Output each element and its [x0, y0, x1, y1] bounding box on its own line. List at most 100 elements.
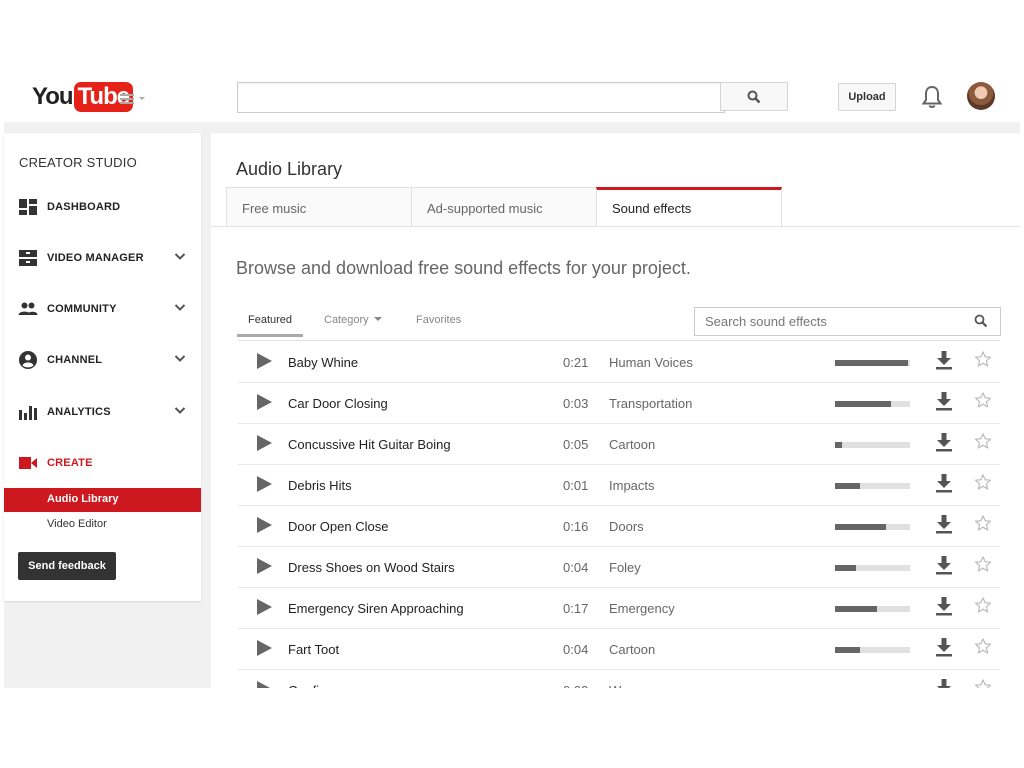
star-outline-icon[interactable]	[974, 350, 992, 368]
search-button[interactable]	[720, 82, 788, 111]
chevron-down-icon[interactable]	[174, 354, 186, 364]
popularity-bar	[835, 442, 910, 448]
popularity-bar	[835, 565, 910, 571]
sidebar-item-video-manager[interactable]: VIDEO MANAGER	[4, 243, 201, 273]
popularity-bar	[835, 483, 910, 489]
tab-free-music[interactable]: Free music	[226, 187, 412, 226]
chevron-down-icon	[139, 97, 145, 100]
popularity-fill	[835, 606, 877, 612]
guide-menu-button[interactable]	[120, 90, 148, 108]
track-title: Debris Hits	[288, 478, 352, 493]
play-icon[interactable]	[256, 394, 272, 410]
star-outline-icon[interactable]	[974, 391, 992, 409]
creator-studio-sidebar: CREATOR STUDIO DASHBOARD VIDEO MANAGER C…	[4, 133, 201, 601]
sound-effect-row[interactable]: Baby Whine 0:21 Human Voices	[238, 341, 1000, 383]
sidebar-item-create[interactable]: CREATE	[4, 448, 201, 478]
download-icon[interactable]	[935, 350, 953, 370]
download-icon[interactable]	[935, 596, 953, 616]
sound-effect-row[interactable]: Concussive Hit Guitar Boing 0:05 Cartoon	[238, 423, 1000, 465]
audio-library-panel: Audio Library Free music Ad-supported mu…	[211, 133, 1020, 688]
play-icon[interactable]	[256, 681, 272, 688]
popularity-fill	[835, 524, 886, 530]
sidebar-item-analytics[interactable]: ANALYTICS	[4, 397, 201, 427]
play-icon[interactable]	[256, 435, 272, 451]
download-icon[interactable]	[935, 473, 953, 493]
star-outline-icon[interactable]	[974, 637, 992, 655]
sound-effects-search	[694, 307, 1001, 336]
play-icon[interactable]	[256, 517, 272, 533]
sound-effect-row[interactable]: Dress Shoes on Wood Stairs 0:04 Foley	[238, 546, 1000, 588]
sidebar-item-channel[interactable]: CHANNEL	[4, 345, 201, 375]
play-icon[interactable]	[256, 353, 272, 369]
sound-effect-row[interactable]: Gunfire 0:02 Weapons	[238, 669, 1000, 688]
star-outline-icon[interactable]	[974, 596, 992, 614]
track-duration: 0:04	[563, 642, 589, 657]
chevron-down-icon[interactable]	[174, 303, 186, 313]
download-icon[interactable]	[935, 678, 953, 688]
track-duration: 0:03	[563, 396, 589, 411]
play-icon[interactable]	[256, 558, 272, 574]
upload-button[interactable]: Upload	[838, 83, 896, 111]
download-icon[interactable]	[935, 514, 953, 534]
sidebar-item-label: CREATE	[47, 457, 93, 469]
analytics-icon	[19, 406, 37, 420]
hamburger-icon	[120, 94, 134, 104]
star-outline-icon[interactable]	[974, 555, 992, 573]
search-input[interactable]	[237, 82, 725, 113]
send-feedback-button[interactable]: Send feedback	[18, 552, 116, 580]
popularity-bar	[835, 401, 910, 407]
chevron-down-icon[interactable]	[174, 406, 186, 416]
track-title: Concussive Hit Guitar Boing	[288, 437, 451, 452]
sidebar-item-dashboard[interactable]: DASHBOARD	[4, 192, 201, 222]
sound-effect-row[interactable]: Car Door Closing 0:03 Transportation	[238, 382, 1000, 424]
sound-effects-search-input[interactable]	[695, 308, 975, 335]
sound-effect-row[interactable]: Fart Toot 0:04 Cartoon	[238, 628, 1000, 670]
filter-category-dropdown[interactable]: Category	[324, 314, 382, 326]
avatar[interactable]	[967, 82, 995, 110]
masthead: You Tube Upload	[4, 70, 1020, 122]
download-icon[interactable]	[935, 432, 953, 452]
community-icon	[18, 302, 38, 315]
sidebar-subitem-video-editor[interactable]: Video Editor	[4, 513, 201, 537]
sound-effect-row[interactable]: Emergency Siren Approaching 0:17 Emergency	[238, 587, 1000, 629]
play-icon[interactable]	[256, 476, 272, 492]
notifications-bell-icon[interactable]	[921, 84, 943, 110]
download-icon[interactable]	[935, 555, 953, 575]
popularity-fill	[835, 442, 842, 448]
filter-featured[interactable]: Featured	[248, 314, 292, 326]
star-outline-icon[interactable]	[974, 514, 992, 532]
sidebar-subitem-audio-library[interactable]: Audio Library	[4, 488, 201, 512]
track-category: Human Voices	[609, 355, 693, 370]
tab-label: Sound effects	[612, 201, 692, 216]
play-icon[interactable]	[256, 640, 272, 656]
filter-favorites[interactable]: Favorites	[416, 314, 461, 326]
star-outline-icon[interactable]	[974, 473, 992, 491]
chevron-down-icon[interactable]	[174, 252, 186, 262]
section-subtitle: Browse and download free sound effects f…	[236, 258, 691, 278]
track-title: Emergency Siren Approaching	[288, 601, 464, 616]
track-title: Baby Whine	[288, 355, 359, 370]
popularity-bar	[835, 524, 910, 530]
track-duration: 0:04	[563, 560, 589, 575]
star-outline-icon[interactable]	[974, 432, 992, 450]
track-category: Weapons	[609, 683, 664, 688]
track-title: Fart Toot	[288, 642, 340, 657]
sound-effect-row[interactable]: Door Open Close 0:16 Doors	[238, 505, 1000, 547]
play-icon[interactable]	[256, 599, 272, 615]
search-icon[interactable]	[974, 314, 988, 328]
track-duration: 0:02	[563, 683, 588, 688]
tab-sound-effects[interactable]: Sound effects	[596, 187, 782, 227]
sidebar-item-community[interactable]: COMMUNITY	[4, 294, 201, 324]
star-outline-icon[interactable]	[974, 678, 992, 688]
popularity-bar	[835, 606, 910, 612]
search-icon	[747, 90, 761, 103]
tab-label: Free music	[242, 201, 307, 216]
sound-effect-row[interactable]: Debris Hits 0:01 Impacts	[238, 464, 1000, 506]
download-icon[interactable]	[935, 391, 953, 411]
popularity-bar	[835, 360, 910, 366]
download-icon[interactable]	[935, 637, 953, 657]
track-duration: 0:16	[563, 519, 589, 534]
tab-ad-supported-music[interactable]: Ad-supported music	[411, 187, 597, 226]
youtube-logo[interactable]: You Tube	[32, 82, 134, 112]
dashboard-icon	[19, 199, 37, 215]
